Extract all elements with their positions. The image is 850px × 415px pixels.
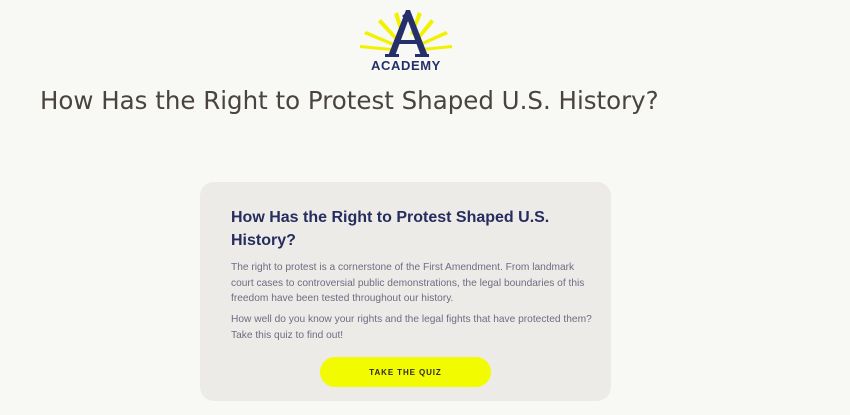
- logo-wordmark: ACADEMY: [371, 58, 441, 73]
- take-quiz-button[interactable]: TAKE THE QUIZ: [320, 357, 491, 387]
- quiz-card: How Has the Right to Protest Shaped U.S.…: [200, 182, 611, 401]
- one-a-academy-logo-icon: [360, 10, 452, 57]
- page: ACADEMY How Has the Right to Protest Sha…: [0, 0, 850, 415]
- card-description: The right to protest is a cornerstone of…: [231, 262, 585, 304]
- card-prompt: How well do you know your rights and the…: [231, 314, 592, 341]
- page-title: How Has the Right to Protest Shaped U.S.…: [40, 86, 659, 115]
- academy-logo[interactable]: ACADEMY: [358, 8, 454, 74]
- card-title: How Has the Right to Protest Shaped U.S.…: [231, 209, 550, 249]
